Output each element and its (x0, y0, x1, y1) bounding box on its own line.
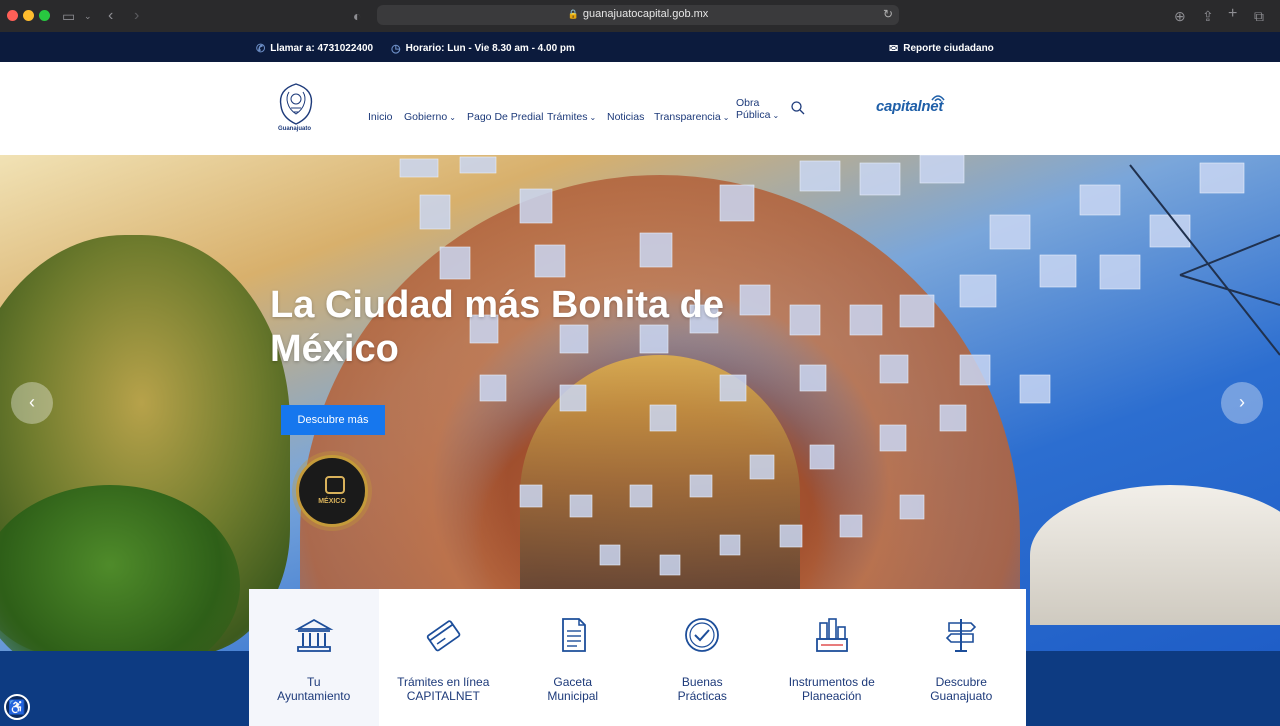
card-label: Gaceta Municipal (547, 675, 599, 703)
tabs-overview-icon[interactable]: ⧉ (1254, 8, 1264, 24)
card-label: Instrumentos de Planeación (788, 675, 875, 703)
nav-label-transparencia: Transparencia (654, 111, 721, 123)
info-bar: ✆ Llamar a: 4731022400 ◷ Horario: Lun - … (0, 32, 1280, 62)
card-descubre-guanajuato[interactable]: Descubre Guanajuato (897, 589, 1027, 726)
chevron-down-icon[interactable]: ⌄ (84, 8, 92, 24)
new-tab-icon[interactable]: + (1228, 6, 1237, 22)
chevron-down-icon: ⌄ (449, 113, 456, 122)
wifi-icon (931, 95, 945, 102)
brand-capital: capital (876, 98, 922, 115)
hours-text: Horario: Lun - Vie 8.30 am - 4.00 pm (405, 43, 575, 54)
browser-toolbar: ▭ ⌄ ‹ › ◐ 🔒 guanajuatocapital.gob.mx ↻ ⊕ … (0, 0, 1280, 32)
nav-item-transparencia[interactable]: Transparencia ⌄ (654, 111, 729, 123)
planning-icon (815, 618, 848, 652)
accessibility-icon: ♿ (8, 699, 26, 715)
quick-access-cards: Tu Ayuntamiento Trámites en línea CAPITA… (249, 589, 1026, 726)
forward-icon[interactable]: › (134, 8, 139, 24)
accessibility-button[interactable]: ♿ (4, 694, 30, 720)
download-icon[interactable]: ⊕ (1174, 8, 1186, 24)
slider-next-arrow[interactable]: › (1221, 382, 1263, 424)
nav-item-pago-predial[interactable]: Pago De Predial (467, 111, 543, 123)
url-text: guanajuatocapital.gob.mx (582, 8, 709, 20)
document-icon (561, 618, 586, 652)
badge-text: MÉXICO (318, 498, 346, 505)
phone-icon: ✆ (256, 43, 266, 55)
back-icon[interactable]: ‹ (108, 8, 113, 24)
discover-more-button[interactable]: Descubre más (281, 405, 385, 435)
office-hours: ◷ Horario: Lun - Vie 8.30 am - 4.00 pm (391, 42, 575, 55)
share-icon[interactable]: ⇪ (1202, 8, 1214, 24)
card-buenas-practicas[interactable]: Buenas Prácticas (638, 589, 768, 726)
hero-title: La Ciudad más Bonita de México (270, 284, 724, 370)
sidebar-icon[interactable]: ▭ (62, 8, 75, 24)
chevron-left-icon: ‹ (29, 392, 35, 412)
card-gaceta-municipal[interactable]: Gaceta Municipal (508, 589, 638, 726)
nav-label-gobierno: Gobierno (404, 111, 448, 123)
capitalnet-logo[interactable]: capitalnet (876, 95, 945, 115)
hero-slider: La Ciudad más Bonita de México Descubre … (0, 155, 1280, 651)
card-instrumentos-planeacion[interactable]: Instrumentos de Planeación (767, 589, 897, 726)
lock-icon: 🔒 (567, 9, 579, 19)
nav-label-obra: Obra (736, 97, 760, 109)
zoom-window-button[interactable] (39, 10, 50, 21)
reload-icon[interactable]: ↻ (883, 7, 893, 21)
citizen-report-link[interactable]: ✉ Reporte ciudadano (889, 42, 994, 55)
card-label: Trámites en línea CAPITALNET (397, 675, 490, 703)
close-window-button[interactable] (7, 10, 18, 21)
phone-text: Llamar a: 4731022400 (270, 43, 374, 54)
main-navigation: Guanajuato Inicio Gobierno ⌄ Pago De Pred… (0, 62, 1280, 155)
signpost-icon (946, 619, 977, 652)
card-label: Descubre Guanajuato (930, 675, 993, 703)
chevron-right-icon: › (1239, 392, 1245, 412)
nav-item-obra-publica[interactable]: Obra Pública ⌄ (736, 97, 779, 121)
chevron-down-icon: ⌄ (722, 113, 730, 122)
minimize-window-button[interactable] (23, 10, 34, 21)
address-bar[interactable]: 🔒 guanajuatocapital.gob.mx ↻ (377, 5, 899, 25)
phone-contact[interactable]: ✆ Llamar a: 4731022400 (256, 42, 373, 55)
nav-label-publica: Pública (736, 109, 771, 121)
card-label: Buenas Prácticas (677, 675, 727, 703)
papel-picado-flags (399, 155, 1280, 576)
card-tramites-en-linea[interactable]: Trámites en línea CAPITALNET (379, 589, 509, 726)
search-icon[interactable] (790, 100, 806, 116)
nav-item-noticias[interactable]: Noticias (607, 111, 644, 123)
nav-label-tramites: Trámites (547, 111, 588, 123)
card-tu-ayuntamiento[interactable]: Tu Ayuntamiento (249, 589, 379, 726)
logo-text: Guanajuato (278, 126, 312, 132)
card-label: Tu Ayuntamiento (277, 675, 351, 703)
report-text: Reporte ciudadano (903, 43, 994, 54)
nav-item-tramites[interactable]: Trámites ⌄ (547, 111, 596, 123)
chevron-down-icon: ⌄ (772, 111, 780, 120)
mexico-award-badge: MÉXICO (296, 455, 368, 527)
credit-card-icon (427, 620, 461, 652)
check-circle-icon (685, 618, 720, 652)
privacy-shield-icon[interactable]: ◐ (353, 8, 361, 24)
city-hall-icon (294, 618, 334, 652)
clock-icon: ◷ (391, 43, 401, 55)
envelope-icon: ✉ (889, 43, 899, 55)
chevron-down-icon: ⌄ (589, 113, 597, 122)
medal-icon (325, 476, 345, 494)
nav-item-inicio[interactable]: Inicio (368, 111, 393, 123)
nav-item-gobierno[interactable]: Gobierno ⌄ (404, 111, 456, 123)
slider-prev-arrow[interactable]: ‹ (11, 382, 53, 424)
